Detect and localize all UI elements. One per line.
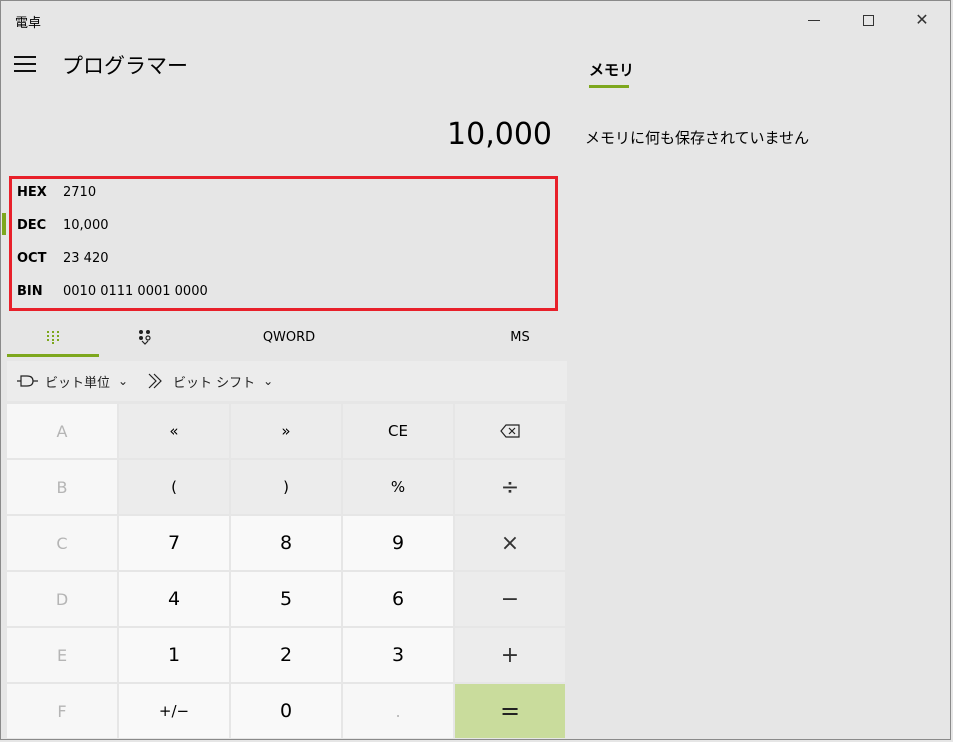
logic-gate-icon: [17, 375, 38, 387]
keypad-mode-bar: QWORD MS: [7, 317, 567, 357]
chevron-down-icon: ⌄: [263, 374, 274, 388]
calculator-window: 電卓 ✕ プログラマー 10,000 HEX 2710 DEC 10,000 O…: [0, 0, 951, 740]
maximize-button[interactable]: [841, 1, 895, 39]
bit-shift-dropdown[interactable]: ビット シフト ⌄: [147, 361, 273, 401]
key-clear-entry[interactable]: CE: [343, 404, 453, 458]
result-display: 10,000: [447, 117, 552, 152]
title-bar: 電卓 ✕: [1, 1, 952, 39]
key-8[interactable]: 8: [231, 516, 341, 570]
radix-label: OCT: [17, 250, 47, 266]
key-2[interactable]: 2: [231, 628, 341, 682]
close-button[interactable]: ✕: [895, 1, 949, 39]
key-6[interactable]: 6: [343, 572, 453, 626]
key-hex-a[interactable]: A: [7, 404, 117, 458]
bitwise-label: ビット単位: [45, 375, 111, 391]
key-4[interactable]: 4: [119, 572, 229, 626]
key-hex-f[interactable]: F: [7, 684, 117, 738]
key-backspace[interactable]: [455, 404, 565, 458]
tab-bit-toggle[interactable]: [99, 317, 191, 357]
radix-value: 10,000: [63, 217, 109, 233]
key-hex-b[interactable]: B: [7, 460, 117, 514]
radix-row-bin[interactable]: BIN 0010 0111 0001 0000: [17, 280, 208, 302]
memory-tab-underline: [589, 85, 629, 88]
key-close-paren[interactable]: ): [231, 460, 341, 514]
key-decimal[interactable]: .: [343, 684, 453, 738]
word-size-button[interactable]: QWORD: [191, 317, 387, 357]
minimize-icon: [808, 19, 820, 21]
radix-label: DEC: [17, 217, 47, 233]
key-left-shift[interactable]: «: [119, 404, 229, 458]
memory-empty-message: メモリに何も保存されていません: [585, 129, 810, 147]
key-hex-c[interactable]: C: [7, 516, 117, 570]
chevron-down-icon: ⌄: [118, 374, 129, 388]
key-9[interactable]: 9: [343, 516, 453, 570]
bit-operations-bar: ビット単位 ⌄ ビット シフト ⌄: [7, 361, 567, 401]
key-5[interactable]: 5: [231, 572, 341, 626]
key-divide[interactable]: ÷: [455, 460, 565, 514]
radix-row-dec[interactable]: DEC 10,000: [17, 214, 109, 236]
radix-value: 2710: [63, 184, 97, 200]
key-modulo[interactable]: %: [343, 460, 453, 514]
memory-store-button[interactable]: MS: [477, 317, 563, 357]
radix-highlight-box: HEX 2710 DEC 10,000 OCT 23 420 BIN 0010 …: [9, 176, 558, 311]
key-add[interactable]: +: [455, 628, 565, 682]
tab-full-keypad[interactable]: [7, 317, 99, 357]
key-subtract[interactable]: −: [455, 572, 565, 626]
key-1[interactable]: 1: [119, 628, 229, 682]
bit-toggle-icon: [139, 330, 151, 345]
key-0[interactable]: 0: [231, 684, 341, 738]
radix-row-hex[interactable]: HEX 2710: [17, 181, 96, 203]
full-keypad-icon: [47, 331, 59, 344]
key-right-shift[interactable]: »: [231, 404, 341, 458]
radix-row-oct[interactable]: OCT 23 420: [17, 247, 109, 269]
key-7[interactable]: 7: [119, 516, 229, 570]
selected-radix-indicator: [2, 213, 6, 235]
radix-value: 23 420: [63, 250, 109, 266]
minimize-button[interactable]: [787, 1, 841, 39]
backspace-icon: [500, 424, 520, 438]
window-title: 電卓: [15, 16, 42, 31]
tab-active-underline: [7, 354, 99, 357]
mode-title: プログラマー: [62, 54, 188, 78]
key-negate[interactable]: +/−: [119, 684, 229, 738]
maximize-icon: [862, 14, 874, 26]
key-hex-e[interactable]: E: [7, 628, 117, 682]
key-multiply[interactable]: ×: [455, 516, 565, 570]
key-3[interactable]: 3: [343, 628, 453, 682]
bitwise-dropdown[interactable]: ビット単位 ⌄: [17, 361, 128, 401]
hamburger-icon[interactable]: [14, 55, 36, 73]
tab-memory[interactable]: メモリ: [589, 59, 634, 80]
radix-label: HEX: [17, 184, 47, 200]
bit-shift-icon: [148, 373, 162, 389]
close-icon: ✕: [915, 10, 929, 29]
radix-label: BIN: [17, 283, 43, 299]
key-hex-d[interactable]: D: [7, 572, 117, 626]
key-open-paren[interactable]: (: [119, 460, 229, 514]
radix-value: 0010 0111 0001 0000: [63, 283, 208, 299]
key-equals[interactable]: =: [455, 684, 565, 738]
bit-shift-label: ビット シフト: [173, 375, 256, 391]
